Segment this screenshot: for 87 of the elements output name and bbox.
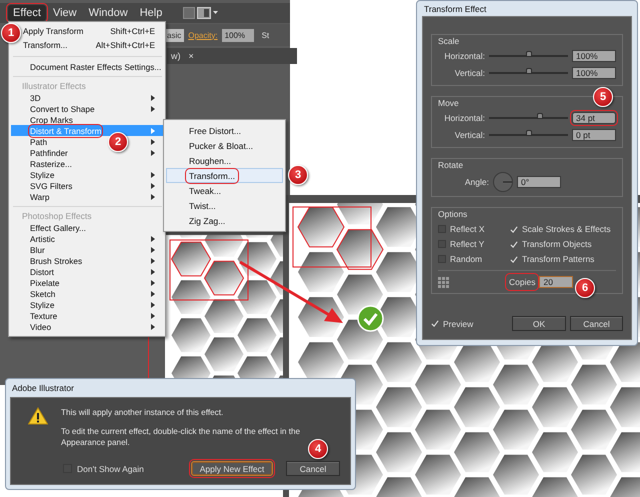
menu-title[interactable]: Effect [8,5,46,21]
input-field[interactable]: 20 [539,276,574,288]
menu-title[interactable]: Window [84,5,133,21]
menu-item[interactable]: Stylize [30,170,54,180]
menu-item[interactable]: Artistic [30,234,55,244]
menu-title[interactable]: View [48,5,82,21]
menu-item[interactable]: Transform... [166,168,283,183]
menu-item[interactable]: Sketch [30,288,56,298]
field-label: Horizontal: [443,50,485,60]
field-label: Copies [507,275,538,289]
angle-dial[interactable] [493,172,513,192]
menu-item[interactable]: Blur [30,244,45,254]
control-label: St [262,30,270,40]
shortcut-label: Shift+Ctrl+E [110,26,155,36]
checkbox-label: Reflect Y [450,239,484,249]
input-field[interactable]: 100% [572,66,616,78]
menu-section-header: Illustrator Effects [21,81,87,92]
input-field[interactable]: 34 pt [572,112,616,124]
field-label: Vertical: [454,68,485,78]
menu-item[interactable]: Pucker & Bloat... [187,140,256,152]
menu-item[interactable]: Video [30,322,52,332]
menu-item[interactable]: Crop Marks [30,114,73,124]
slider-thumb[interactable] [526,68,532,74]
menu-item[interactable]: Tweak... [187,184,223,196]
step-number: 3 [288,165,308,185]
menu-item[interactable]: Texture [30,310,58,320]
menu-item[interactable]: 3D [30,92,41,102]
menu-item[interactable]: Apply Transform [23,26,84,36]
checkbox-label: Transform Patterns [522,254,594,264]
field-label: Angle: [464,176,489,186]
menu-item[interactable]: Effect Gallery... [30,222,86,232]
checkbox-label: Don't Show Again [77,464,144,474]
style-dropdown[interactable]: asic [164,28,184,42]
tab-title: w) [171,51,180,61]
menu-item[interactable]: Zig Zag... [187,214,228,226]
menu-item[interactable]: Pathfinder [30,148,68,158]
group-title: Move [438,98,460,109]
menu-item[interactable]: SVG Filters [30,180,72,190]
checkbox-label: Scale Strokes & Effects [522,224,611,234]
menu-item[interactable]: Roughen... [187,154,234,166]
checkbox-label: Preview [443,318,474,328]
menu-item[interactable]: Free Distort... [187,124,244,136]
menu-item[interactable]: Stylize [30,300,54,310]
menu-item[interactable]: Brush Strokes [30,256,82,266]
slider-thumb[interactable] [526,50,532,56]
field-label: Horizontal: [443,112,485,122]
menu-item[interactable]: Transform... [23,40,68,50]
ok-button[interactable]: OK [512,316,566,331]
opacity-field[interactable]: 100% [222,28,254,42]
menu-item[interactable]: Twist... [187,200,218,212]
menu-item[interactable]: Convert to Shape [30,104,95,114]
menu-item[interactable]: Pixelate [30,278,60,288]
checkbox-label: Transform Objects [522,239,592,249]
message-text: To edit the current effect, double-click the name of the effect in the Appearance panel. [61,426,302,448]
apply-button[interactable]: Apply New Effect [191,461,273,476]
menu-title[interactable]: Help [134,5,168,21]
group-title: Rotate [438,160,464,171]
menu-section-header: Photoshop Effects [21,211,93,222]
cancel-button[interactable]: Cancel [286,461,340,476]
menu-item[interactable]: Rasterize... [30,158,72,168]
slider-thumb[interactable] [537,112,544,118]
layout-icon[interactable] [197,7,220,19]
window-title: Transform Effect [423,2,488,16]
menu-item[interactable]: Document Raster Effects Settings... [30,62,162,72]
opacity-label[interactable]: Opacity: [188,30,218,40]
close-button[interactable]: × [188,51,194,61]
slider-thumb[interactable] [526,130,532,136]
document-tab[interactable]: w) × [167,48,297,64]
input-field[interactable]: 0 pt [572,128,616,140]
checkbox-label: Random [450,254,482,264]
group-title: Scale [438,36,460,47]
menu-item[interactable]: Warp [30,192,50,202]
input-field[interactable]: 100% [572,50,616,62]
grid-icon[interactable] [438,276,449,288]
warning-icon [28,407,48,425]
cancel-button[interactable]: Cancel [570,316,623,331]
shortcut-label: Alt+Shift+Ctrl+E [96,40,155,50]
input-field[interactable]: 0° [517,176,561,188]
menu-item[interactable]: Distort [30,266,54,276]
window-title: Adobe Illustrator [11,382,75,395]
check-icon [357,305,384,332]
group-title: Options [438,209,468,220]
checkbox-label: Reflect X [450,224,484,234]
app-icon[interactable] [183,7,196,19]
menu-item[interactable]: Path [30,136,48,146]
message-text: This will apply another instance of this effect. [61,407,224,418]
field-label: Vertical: [454,130,485,140]
